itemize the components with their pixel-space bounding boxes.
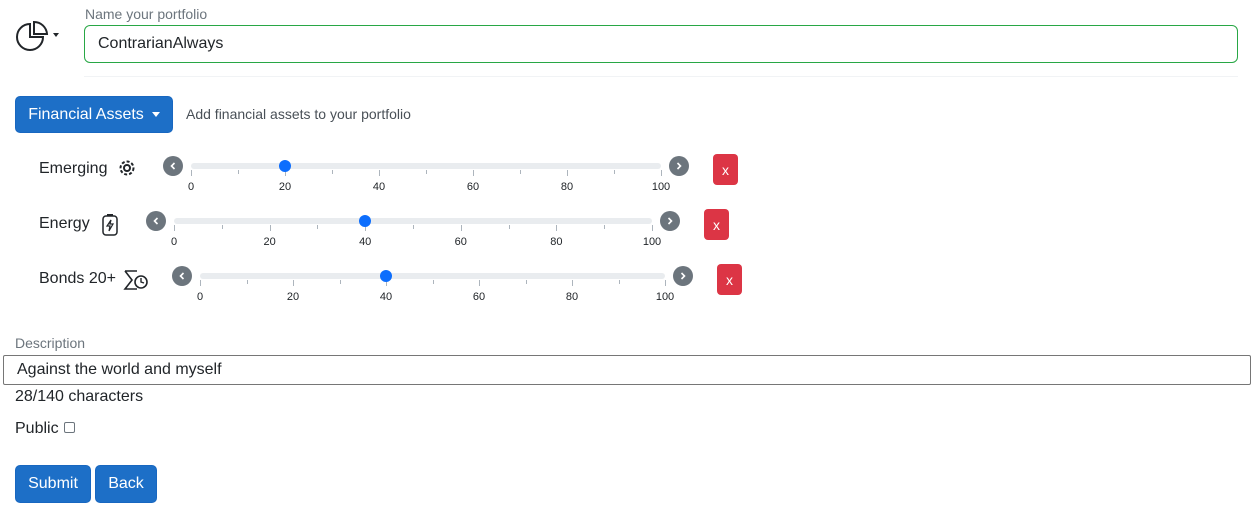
slider-track[interactable] bbox=[174, 218, 652, 224]
caret-down-icon bbox=[151, 111, 160, 117]
description-label: Description bbox=[15, 335, 86, 351]
slider-tick-label: 60 bbox=[454, 236, 467, 248]
slider-tick-label: 80 bbox=[565, 291, 579, 303]
slider-tick bbox=[652, 225, 653, 231]
slider-tick bbox=[665, 280, 666, 286]
slider-tick bbox=[520, 170, 521, 174]
slider-thumb[interactable] bbox=[359, 215, 372, 227]
slider-tick bbox=[618, 280, 620, 284]
slider-tick-label: 80 bbox=[550, 236, 563, 248]
description-input[interactable] bbox=[3, 355, 1251, 385]
remove-asset-button[interactable]: x bbox=[713, 154, 738, 185]
portfolio-name-input[interactable] bbox=[84, 25, 1238, 63]
slider-tick-label: 0 bbox=[187, 181, 195, 193]
decrease-button[interactable] bbox=[172, 266, 192, 286]
slider-tick-label: 40 bbox=[372, 181, 386, 193]
slider-tick bbox=[604, 225, 606, 229]
slider-tick bbox=[200, 280, 201, 286]
slider-tick-label: 20 bbox=[278, 181, 292, 193]
energy-icon bbox=[100, 213, 120, 242]
assets-hint: Add financial assets to your portfolio bbox=[186, 106, 411, 122]
chevron-right-icon bbox=[667, 217, 673, 225]
chevron-left-icon bbox=[170, 162, 176, 170]
slider-tick bbox=[432, 280, 434, 284]
financial-assets-label: Financial Assets bbox=[28, 105, 144, 123]
decrease-button[interactable] bbox=[146, 211, 166, 231]
slider-tick-label: 100 bbox=[651, 181, 671, 193]
slider-tick bbox=[460, 225, 462, 231]
increase-button[interactable] bbox=[673, 266, 693, 286]
slider-tick bbox=[339, 280, 341, 284]
chevron-left-icon bbox=[153, 217, 159, 225]
chevron-right-icon bbox=[680, 272, 686, 280]
portfolio-icon-toggle[interactable] bbox=[15, 20, 63, 56]
slider-tick bbox=[556, 225, 558, 231]
gear-icon bbox=[117, 158, 137, 183]
slider-tick bbox=[221, 225, 223, 229]
financial-assets-dropdown-button[interactable]: Financial Assets bbox=[15, 96, 173, 133]
slider-tick bbox=[473, 170, 474, 176]
slider-tick-label: 40 bbox=[359, 236, 372, 248]
back-button[interactable]: Back bbox=[95, 465, 157, 503]
chevron-left-icon bbox=[179, 272, 185, 280]
slider-tick-label: 20 bbox=[286, 291, 300, 303]
slider-thumb[interactable] bbox=[380, 270, 392, 282]
slider-thumb[interactable] bbox=[279, 160, 291, 172]
slider-tick bbox=[508, 225, 510, 229]
slider-track[interactable] bbox=[200, 273, 665, 279]
chevron-right-icon bbox=[676, 162, 682, 170]
slider-tick-label: 60 bbox=[472, 291, 486, 303]
slider-tick-label: 60 bbox=[466, 181, 480, 193]
slider-tick-label: 100 bbox=[655, 291, 675, 303]
character-counter: 28/140 characters bbox=[15, 388, 144, 405]
slider-tick bbox=[317, 225, 319, 229]
slider-tick bbox=[525, 280, 527, 284]
asset-label: Emerging bbox=[39, 160, 108, 177]
slider-tick bbox=[332, 170, 333, 174]
portfolio-name-label: Name your portfolio bbox=[85, 6, 208, 22]
slider-tick bbox=[293, 280, 294, 286]
slider-tick bbox=[413, 225, 414, 229]
slider-tick-label: 0 bbox=[196, 291, 204, 303]
slider-tick bbox=[174, 225, 175, 231]
increase-button[interactable] bbox=[660, 211, 680, 231]
public-checkbox[interactable] bbox=[64, 422, 75, 433]
remove-asset-button[interactable]: x bbox=[717, 264, 742, 295]
slider-tick bbox=[661, 170, 662, 176]
decrease-button[interactable] bbox=[163, 156, 183, 176]
asset-label: Energy bbox=[39, 215, 90, 232]
caret-down-icon bbox=[53, 33, 59, 37]
increase-button[interactable] bbox=[669, 156, 689, 176]
slider-track[interactable] bbox=[191, 163, 661, 169]
divider bbox=[84, 76, 1238, 77]
public-label: Public bbox=[15, 420, 59, 437]
remove-asset-button[interactable]: x bbox=[704, 209, 729, 240]
submit-button[interactable]: Submit bbox=[15, 465, 91, 503]
asset-label: Bonds 20+ bbox=[39, 270, 116, 287]
slider-tick bbox=[426, 170, 427, 174]
slider-tick-label: 40 bbox=[379, 291, 393, 303]
slider-tick-label: 80 bbox=[560, 181, 574, 193]
bonds-clock-icon bbox=[123, 268, 149, 297]
slider-tick bbox=[379, 170, 380, 176]
slider-tick bbox=[191, 170, 192, 176]
slider-tick bbox=[479, 280, 480, 286]
slider-tick-label: 20 bbox=[263, 236, 276, 248]
slider-tick bbox=[567, 170, 568, 176]
slider-tick bbox=[572, 280, 573, 286]
slider-tick bbox=[269, 225, 271, 231]
slider-tick bbox=[246, 280, 248, 284]
pie-chart-icon bbox=[16, 20, 49, 51]
slider-tick bbox=[614, 170, 615, 174]
slider-tick bbox=[238, 170, 239, 174]
slider-tick-label: 100 bbox=[642, 236, 662, 248]
slider-tick-label: 0 bbox=[170, 236, 178, 248]
